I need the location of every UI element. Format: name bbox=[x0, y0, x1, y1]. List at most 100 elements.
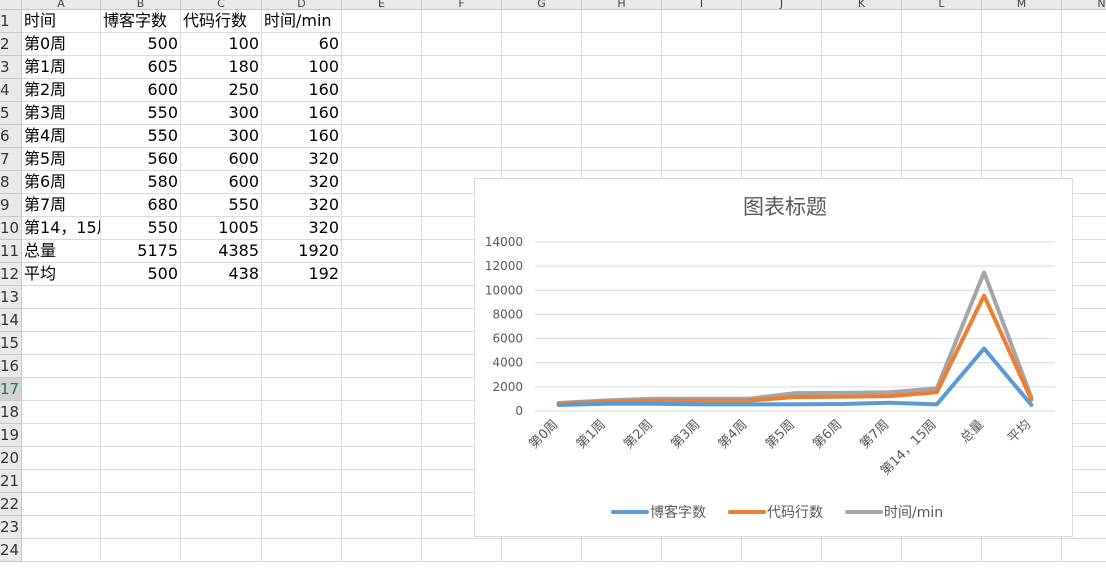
cell-c1[interactable]: 代码行数 bbox=[181, 10, 262, 33]
cell-a22[interactable] bbox=[22, 493, 101, 516]
cell-e9[interactable] bbox=[342, 194, 422, 217]
cell-d24[interactable] bbox=[262, 539, 342, 562]
cell-e18[interactable] bbox=[342, 401, 422, 424]
row-header-20[interactable]: 20 bbox=[0, 447, 22, 470]
cell-b11[interactable]: 5175 bbox=[101, 240, 181, 263]
cell-b6[interactable]: 550 bbox=[101, 125, 181, 148]
cell-e10[interactable] bbox=[342, 217, 422, 240]
column-header-b[interactable]: B bbox=[101, 0, 181, 10]
cell-a8[interactable]: 第6周 bbox=[22, 171, 101, 194]
cell-j3[interactable] bbox=[742, 56, 822, 79]
cell-e1[interactable] bbox=[342, 10, 422, 33]
cell-l4[interactable] bbox=[902, 79, 982, 102]
cell-l1[interactable] bbox=[902, 10, 982, 33]
cell-j24[interactable] bbox=[742, 539, 822, 562]
row-header-2[interactable]: 2 bbox=[0, 33, 22, 56]
cell-g2[interactable] bbox=[502, 33, 582, 56]
cell-k1[interactable] bbox=[822, 10, 902, 33]
cell-i7[interactable] bbox=[662, 148, 742, 171]
cell-n7[interactable] bbox=[1062, 148, 1106, 171]
cell-e23[interactable] bbox=[342, 516, 422, 539]
cell-g7[interactable] bbox=[502, 148, 582, 171]
cell-m1[interactable] bbox=[982, 10, 1062, 33]
cell-d1[interactable]: 时间/min bbox=[262, 10, 342, 33]
row-header-16[interactable]: 16 bbox=[0, 355, 22, 378]
cell-k3[interactable] bbox=[822, 56, 902, 79]
cell-b12[interactable]: 500 bbox=[101, 263, 181, 286]
cell-e5[interactable] bbox=[342, 102, 422, 125]
column-header-f[interactable]: F bbox=[422, 0, 502, 10]
cell-e2[interactable] bbox=[342, 33, 422, 56]
cell-c10[interactable]: 1005 bbox=[181, 217, 262, 240]
cell-b2[interactable]: 500 bbox=[101, 33, 181, 56]
row-header-12[interactable]: 12 bbox=[0, 263, 22, 286]
cell-c24[interactable] bbox=[181, 539, 262, 562]
cell-h24[interactable] bbox=[582, 539, 662, 562]
column-header-g[interactable]: G bbox=[502, 0, 582, 10]
cell-a11[interactable]: 总量 bbox=[22, 240, 101, 263]
cell-e7[interactable] bbox=[342, 148, 422, 171]
cell-k24[interactable] bbox=[822, 539, 902, 562]
row-header-19[interactable]: 19 bbox=[0, 424, 22, 447]
cell-d7[interactable]: 320 bbox=[262, 148, 342, 171]
cell-b19[interactable] bbox=[101, 424, 181, 447]
cell-b1[interactable]: 博客字数 bbox=[101, 10, 181, 33]
cell-b16[interactable] bbox=[101, 355, 181, 378]
cell-d14[interactable] bbox=[262, 309, 342, 332]
row-header-14[interactable]: 14 bbox=[0, 309, 22, 332]
cell-c3[interactable]: 180 bbox=[181, 56, 262, 79]
cell-c4[interactable]: 250 bbox=[181, 79, 262, 102]
row-header-9[interactable]: 9 bbox=[0, 194, 22, 217]
row-header-6[interactable]: 6 bbox=[0, 125, 22, 148]
cell-b8[interactable]: 580 bbox=[101, 171, 181, 194]
cell-e4[interactable] bbox=[342, 79, 422, 102]
cell-k5[interactable] bbox=[822, 102, 902, 125]
cell-c13[interactable] bbox=[181, 286, 262, 309]
cell-k2[interactable] bbox=[822, 33, 902, 56]
cell-i4[interactable] bbox=[662, 79, 742, 102]
cell-i1[interactable] bbox=[662, 10, 742, 33]
cell-j1[interactable] bbox=[742, 10, 822, 33]
cell-e22[interactable] bbox=[342, 493, 422, 516]
cell-d23[interactable] bbox=[262, 516, 342, 539]
cell-d12[interactable]: 192 bbox=[262, 263, 342, 286]
cell-b4[interactable]: 600 bbox=[101, 79, 181, 102]
cell-c23[interactable] bbox=[181, 516, 262, 539]
cell-d21[interactable] bbox=[262, 470, 342, 493]
cell-n1[interactable] bbox=[1062, 10, 1106, 33]
cell-e16[interactable] bbox=[342, 355, 422, 378]
cell-c15[interactable] bbox=[181, 332, 262, 355]
cell-a10[interactable]: 第14，15周 bbox=[22, 217, 101, 240]
cell-m6[interactable] bbox=[982, 125, 1062, 148]
cell-c20[interactable] bbox=[181, 447, 262, 470]
cell-b5[interactable]: 550 bbox=[101, 102, 181, 125]
cell-j7[interactable] bbox=[742, 148, 822, 171]
row-header-13[interactable]: 13 bbox=[0, 286, 22, 309]
cell-j2[interactable] bbox=[742, 33, 822, 56]
cell-c21[interactable] bbox=[181, 470, 262, 493]
cell-f4[interactable] bbox=[422, 79, 502, 102]
cell-i6[interactable] bbox=[662, 125, 742, 148]
cell-d3[interactable]: 100 bbox=[262, 56, 342, 79]
cell-h2[interactable] bbox=[582, 33, 662, 56]
cell-l3[interactable] bbox=[902, 56, 982, 79]
cell-e17[interactable] bbox=[342, 378, 422, 401]
cell-b20[interactable] bbox=[101, 447, 181, 470]
cell-b14[interactable] bbox=[101, 309, 181, 332]
cell-f3[interactable] bbox=[422, 56, 502, 79]
line-chart[interactable]: 图表标题 0 2000 4000 6000 8000 10000 12000 14000 第0周第… bbox=[474, 178, 1073, 537]
cell-b18[interactable] bbox=[101, 401, 181, 424]
cell-d16[interactable] bbox=[262, 355, 342, 378]
row-header-22[interactable]: 22 bbox=[0, 493, 22, 516]
cell-a5[interactable]: 第3周 bbox=[22, 102, 101, 125]
cell-e6[interactable] bbox=[342, 125, 422, 148]
cell-d8[interactable]: 320 bbox=[262, 171, 342, 194]
cell-c14[interactable] bbox=[181, 309, 262, 332]
row-header-18[interactable]: 18 bbox=[0, 401, 22, 424]
cell-a6[interactable]: 第4周 bbox=[22, 125, 101, 148]
cell-b21[interactable] bbox=[101, 470, 181, 493]
cell-a21[interactable] bbox=[22, 470, 101, 493]
cell-a3[interactable]: 第1周 bbox=[22, 56, 101, 79]
cell-a19[interactable] bbox=[22, 424, 101, 447]
cell-e19[interactable] bbox=[342, 424, 422, 447]
